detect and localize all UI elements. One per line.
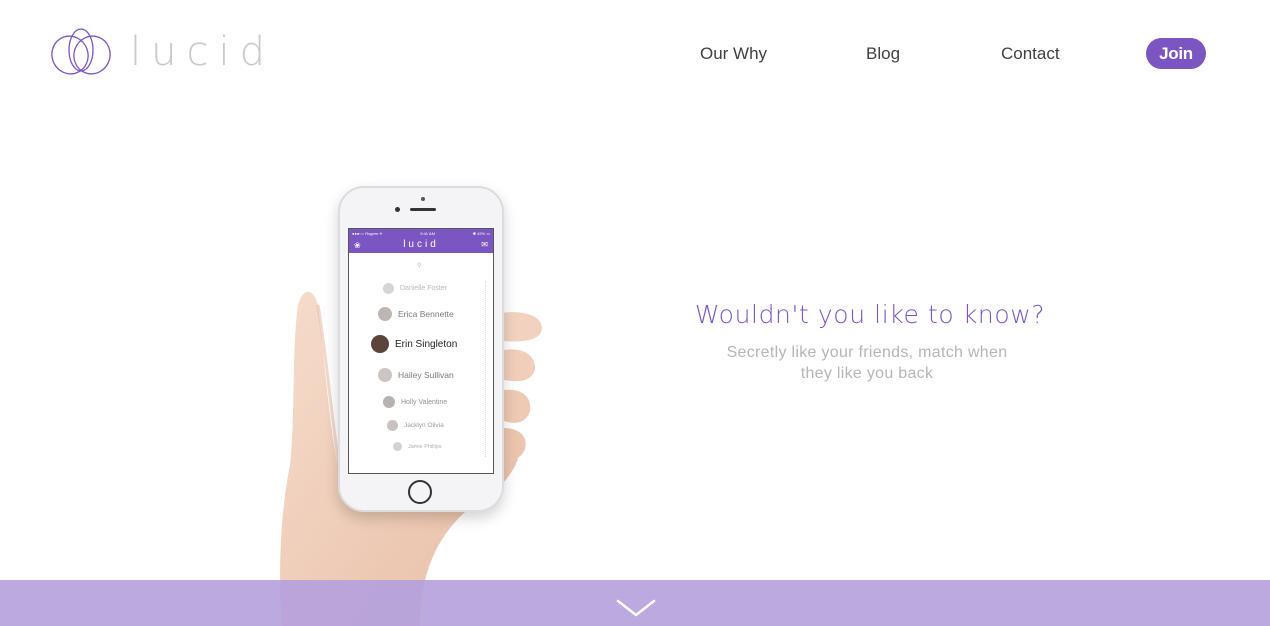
avatar [387,420,398,431]
app-header: ❀ lucid ✉ [349,237,493,253]
avatar [371,335,389,353]
contact-name: Hailey Sullivan [398,370,454,380]
hero-subtitle-line: they like you back [800,365,934,382]
nav-our-why[interactable]: Our Why [700,44,767,64]
app-title: lucid [403,239,439,250]
contact-name: Danielle Foster [400,285,448,292]
nav-blog[interactable]: Blog [866,44,900,64]
list-item[interactable]: Holly Valentine [383,396,447,408]
nav-contact[interactable]: Contact [1001,44,1060,64]
avatar [378,368,392,382]
contact-name: Erin Singleton [395,338,458,350]
app-status-bar: ●●●○○ Rogers ✈ 9:41 AM ✱ 42% ▭ [349,229,493,237]
phone-speaker [410,208,436,211]
phone-home-button [408,480,432,504]
contact-name: Erica Bennette [398,309,454,319]
logo[interactable]: lucid [50,28,275,76]
list-item[interactable]: Hailey Sullivan [378,368,454,382]
avatar [383,396,395,408]
contact-name: Jamie Phillips [408,443,442,450]
avatar [383,283,394,294]
list-item[interactable]: Erin Singleton [371,335,457,353]
hero-subtitle-line: Secretly like your friends, match when [726,344,1008,361]
list-item[interactable]: Danielle Foster [383,283,447,294]
phone-camera [395,207,400,212]
list-item[interactable]: Erica Bennette [378,307,454,321]
search-icon[interactable]: ⚲ [417,262,421,269]
lotus-icon [51,28,111,75]
alphabet-index[interactable] [485,281,487,457]
status-battery: ✱ 42% ▭ [472,230,490,236]
hero-title: Wouldn't you like to know? [694,300,1046,329]
logo-text: lucid [130,29,275,75]
phone-mockup: ●●●○○ Rogers ✈ 9:41 AM ✱ 42% ▭ ❀ lucid ✉… [338,186,504,512]
avatar [393,442,402,451]
contact-name: Jacklyn Olivia [404,422,444,429]
phone-sensor [421,197,425,201]
avatar [378,307,392,321]
hero-subtitle: Secretly like your friends, match when t… [714,342,1020,384]
contact-name: Holly Valentine [401,398,448,406]
join-button[interactable]: Join [1146,38,1206,69]
status-carrier: ●●●○○ Rogers ✈ [352,230,383,236]
chat-icon[interactable]: ✉ [481,240,488,249]
list-item[interactable]: Jacklyn Olivia [387,420,444,431]
status-time: 9:41 AM [420,230,435,236]
list-item[interactable]: Jamie Phillips [393,442,442,451]
chevron-down-icon[interactable] [616,597,656,619]
app-screen: ●●●○○ Rogers ✈ 9:41 AM ✱ 42% ▭ ❀ lucid ✉… [348,228,494,474]
